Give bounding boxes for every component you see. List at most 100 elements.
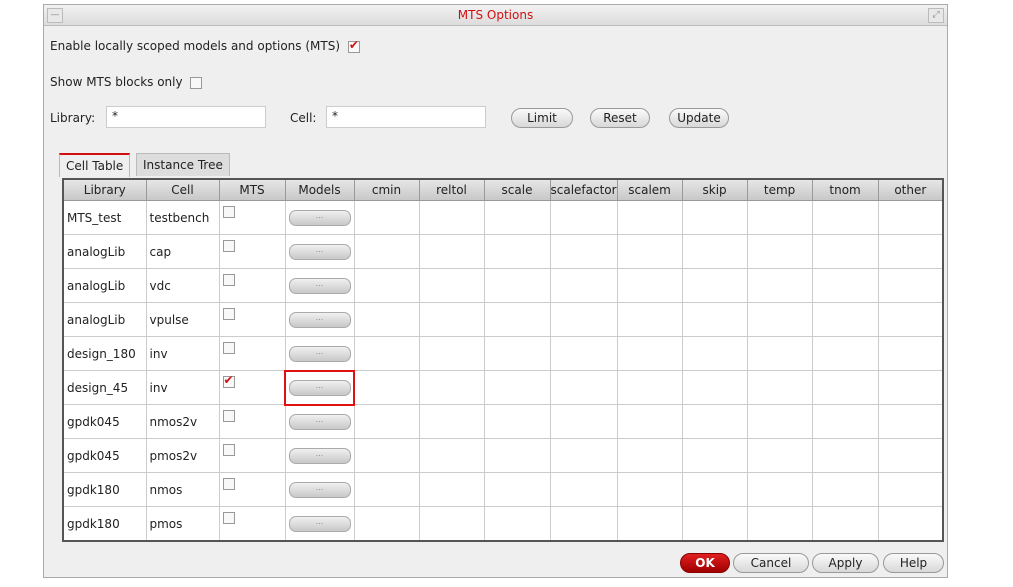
library-filter-input[interactable]: * xyxy=(106,106,266,128)
help-button[interactable]: Help xyxy=(883,553,944,573)
cmin-cell[interactable] xyxy=(353,234,420,269)
reltol-cell[interactable] xyxy=(418,302,485,337)
skip-cell[interactable] xyxy=(681,200,748,235)
column-header-mts[interactable]: MTS xyxy=(218,178,286,201)
other-cell[interactable] xyxy=(877,336,944,371)
mts-checkbox[interactable] xyxy=(222,373,235,388)
scale-cell[interactable] xyxy=(483,472,551,507)
skip-cell[interactable] xyxy=(681,336,748,371)
cancel-button[interactable]: Cancel xyxy=(733,553,809,573)
scalem-cell[interactable] xyxy=(616,234,683,269)
reltol-cell[interactable] xyxy=(418,234,485,269)
scalefactor-cell[interactable] xyxy=(549,506,618,542)
temp-cell[interactable] xyxy=(746,506,813,542)
scalefactor-cell[interactable] xyxy=(549,200,618,235)
skip-cell[interactable] xyxy=(681,234,748,269)
cell-name-cell[interactable]: cap xyxy=(145,234,220,269)
scalefactor-cell[interactable] xyxy=(549,302,618,337)
tnom-cell[interactable] xyxy=(811,302,879,337)
temp-cell[interactable] xyxy=(746,472,813,507)
maximize-icon[interactable]: ⤢ xyxy=(928,8,944,23)
skip-cell[interactable] xyxy=(681,506,748,542)
models-button[interactable]: ... xyxy=(288,481,351,498)
reltol-cell[interactable] xyxy=(418,268,485,303)
cell-name-cell[interactable]: nmos xyxy=(145,472,220,507)
other-cell[interactable] xyxy=(877,370,944,405)
cmin-cell[interactable] xyxy=(353,404,420,439)
scalefactor-cell[interactable] xyxy=(549,370,618,405)
scale-cell[interactable] xyxy=(483,438,551,473)
library-cell[interactable]: design_180 xyxy=(62,336,147,371)
scalem-cell[interactable] xyxy=(616,268,683,303)
tnom-cell[interactable] xyxy=(811,234,879,269)
tnom-cell[interactable] xyxy=(811,404,879,439)
tab-cell-table[interactable]: Cell Table xyxy=(59,153,131,177)
cell-name-cell[interactable]: nmos2v xyxy=(145,404,220,439)
scalem-cell[interactable] xyxy=(616,438,683,473)
cmin-cell[interactable] xyxy=(353,336,420,371)
scale-cell[interactable] xyxy=(483,268,551,303)
column-header-other[interactable]: other xyxy=(877,178,944,201)
mts-checkbox[interactable] xyxy=(222,443,235,456)
scalem-cell[interactable] xyxy=(616,404,683,439)
models-button[interactable]: ... xyxy=(288,209,351,226)
scale-cell[interactable] xyxy=(483,506,551,542)
scalem-cell[interactable] xyxy=(616,472,683,507)
reset-button[interactable]: Reset xyxy=(590,108,650,128)
column-header-temp[interactable]: temp xyxy=(746,178,813,201)
mts-checkbox[interactable] xyxy=(222,341,235,354)
reltol-cell[interactable] xyxy=(418,200,485,235)
column-header-tnom[interactable]: tnom xyxy=(811,178,879,201)
temp-cell[interactable] xyxy=(746,200,813,235)
cmin-cell[interactable] xyxy=(353,302,420,337)
scalefactor-cell[interactable] xyxy=(549,268,618,303)
skip-cell[interactable] xyxy=(681,268,748,303)
models-button[interactable]: ... xyxy=(288,447,351,464)
other-cell[interactable] xyxy=(877,234,944,269)
models-button[interactable]: ... xyxy=(288,413,351,430)
ok-button[interactable]: OK xyxy=(680,553,730,573)
mts-checkbox[interactable] xyxy=(222,205,235,218)
tab-instance-tree[interactable]: Instance Tree xyxy=(136,153,230,176)
reltol-cell[interactable] xyxy=(418,506,485,542)
library-cell[interactable]: gpdk045 xyxy=(62,404,147,439)
models-button[interactable]: ... xyxy=(288,311,351,328)
update-button[interactable]: Update xyxy=(669,108,729,128)
mts-checkbox[interactable] xyxy=(222,239,235,252)
scalem-cell[interactable] xyxy=(616,302,683,337)
cell-name-cell[interactable]: pmos2v xyxy=(145,438,220,473)
cmin-cell[interactable] xyxy=(353,200,420,235)
tnom-cell[interactable] xyxy=(811,268,879,303)
other-cell[interactable] xyxy=(877,506,944,542)
cell-name-cell[interactable]: inv xyxy=(145,336,220,371)
temp-cell[interactable] xyxy=(746,302,813,337)
column-header-models[interactable]: Models xyxy=(284,178,355,201)
tnom-cell[interactable] xyxy=(811,336,879,371)
limit-button[interactable]: Limit xyxy=(511,108,573,128)
cmin-cell[interactable] xyxy=(353,438,420,473)
column-header-cell[interactable]: Cell xyxy=(145,178,220,201)
cmin-cell[interactable] xyxy=(353,268,420,303)
scalem-cell[interactable] xyxy=(616,506,683,542)
scale-cell[interactable] xyxy=(483,404,551,439)
library-cell[interactable]: analogLib xyxy=(62,268,147,303)
skip-cell[interactable] xyxy=(681,404,748,439)
scale-cell[interactable] xyxy=(483,200,551,235)
mts-checkbox[interactable] xyxy=(222,409,235,422)
cmin-cell[interactable] xyxy=(353,472,420,507)
library-cell[interactable]: gpdk045 xyxy=(62,438,147,473)
scale-cell[interactable] xyxy=(483,302,551,337)
other-cell[interactable] xyxy=(877,404,944,439)
skip-cell[interactable] xyxy=(681,370,748,405)
scalefactor-cell[interactable] xyxy=(549,404,618,439)
column-header-cmin[interactable]: cmin xyxy=(353,178,420,201)
tnom-cell[interactable] xyxy=(811,506,879,542)
column-header-scale[interactable]: scale xyxy=(483,178,551,201)
models-button[interactable]: ... xyxy=(288,243,351,260)
tnom-cell[interactable] xyxy=(811,438,879,473)
cell-name-cell[interactable]: testbench xyxy=(145,200,220,235)
mts-checkbox[interactable] xyxy=(222,511,235,524)
column-header-scalefactor[interactable]: scalefactor xyxy=(549,178,618,201)
cmin-cell[interactable] xyxy=(353,506,420,542)
scalefactor-cell[interactable] xyxy=(549,472,618,507)
